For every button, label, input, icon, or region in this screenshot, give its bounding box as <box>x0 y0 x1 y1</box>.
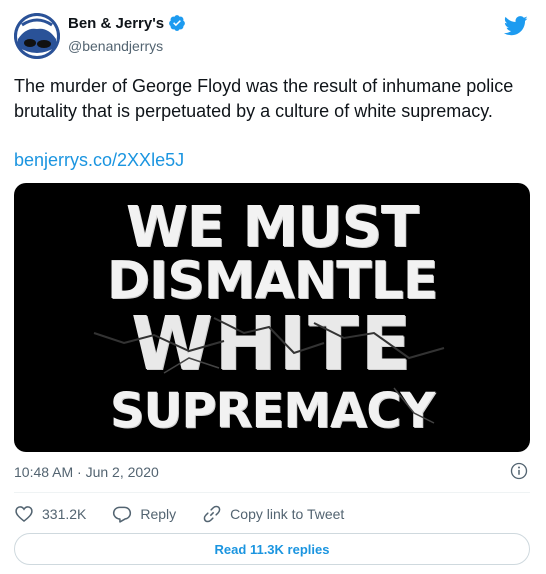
author-name-row: Ben & Jerry's <box>68 14 186 32</box>
author-display-name[interactable]: Ben & Jerry's <box>68 15 164 32</box>
avatar[interactable] <box>14 13 60 59</box>
heart-icon <box>15 506 33 523</box>
reply-icon <box>113 506 132 523</box>
author-handle[interactable]: @benandjerrys <box>68 38 163 54</box>
copy-link-label: Copy link to Tweet <box>230 506 345 522</box>
like-count: 331.2K <box>42 506 87 522</box>
reply-label: Reply <box>140 506 177 522</box>
tweet-text: The murder of George Floyd was the resul… <box>14 76 514 121</box>
divider <box>14 492 530 493</box>
twitter-bird-icon[interactable] <box>504 16 528 36</box>
tweet-image[interactable]: WE MUST DISMANTLE WHITE SUPREMACY <box>14 183 530 452</box>
info-icon[interactable] <box>510 462 528 480</box>
verified-badge-icon <box>169 15 185 31</box>
tweet-card: Ben & Jerry's @benandjerrys The murder o… <box>0 0 546 574</box>
tweet-timestamp[interactable]: 10:48 AM · Jun 2, 2020 <box>14 464 159 480</box>
action-bar: 331.2K Reply Copy link to Tweet <box>14 503 370 525</box>
crack-texture <box>93 317 445 424</box>
tweet-link[interactable]: benjerrys.co/2XXle5J <box>14 148 184 173</box>
copy-link-button[interactable]: Copy link to Tweet <box>202 504 344 524</box>
like-button[interactable]: 331.2K <box>14 504 86 524</box>
reply-button[interactable]: Reply <box>112 504 176 524</box>
link-icon <box>203 505 221 523</box>
read-replies-button[interactable]: Read 11.3K replies <box>14 533 530 565</box>
